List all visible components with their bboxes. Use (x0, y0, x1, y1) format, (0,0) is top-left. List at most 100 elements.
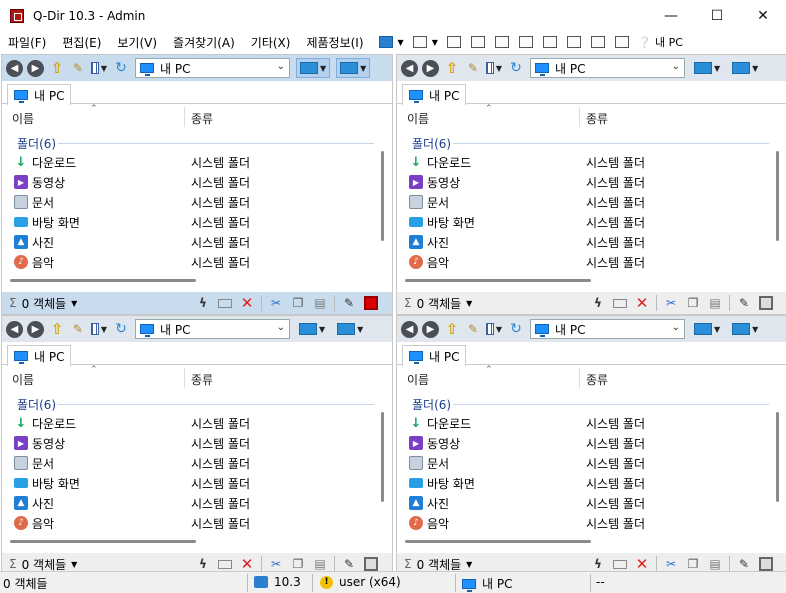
paste-icon[interactable]: ▤ (707, 295, 723, 311)
chevron-down-icon[interactable]: ⌄ (672, 322, 680, 333)
cut-icon[interactable]: ✂ (268, 556, 284, 572)
up-folder-icon[interactable]: ⇧ (49, 320, 65, 338)
cut-icon[interactable]: ✂ (663, 295, 679, 311)
copy-icon[interactable]: ❐ (685, 556, 701, 572)
list-item[interactable]: ▲ 사진 시스템 폴더 (2, 493, 392, 513)
view-mode-button[interactable]: ▼ (91, 321, 107, 337)
address-bar[interactable]: 내 PC ⌄ (530, 58, 685, 78)
rename-button[interactable] (217, 295, 233, 311)
layout-6-icon[interactable] (566, 36, 581, 48)
layout-8-icon[interactable] (614, 36, 629, 48)
up-folder-icon[interactable]: ⇧ (444, 59, 460, 77)
layout-quad-icon[interactable] (412, 36, 427, 48)
favorites-folder-icon[interactable]: ✎ (70, 60, 86, 76)
cut-icon[interactable]: ✂ (663, 556, 679, 572)
list-item[interactable]: ▶ 동영상 시스템 폴더 (397, 172, 786, 192)
address-bar[interactable]: 내 PC ⌄ (135, 319, 290, 339)
delete-icon[interactable]: ✕ (634, 555, 650, 573)
view-mode-button[interactable]: ▼ (486, 60, 502, 76)
column-type[interactable]: 종류 (191, 371, 213, 388)
lightning-icon[interactable]: ϟ (195, 556, 211, 572)
group-header[interactable]: 폴더(6) (412, 396, 451, 413)
terminal-button[interactable] (363, 556, 379, 572)
favorites-folder-icon[interactable]: ✎ (465, 321, 481, 337)
chevron-down-icon[interactable]: ▼ (466, 560, 472, 569)
refresh-icon[interactable]: ↻ (508, 60, 524, 76)
layout-1-icon[interactable] (446, 36, 461, 48)
pane-layout-button[interactable]: ▼ (691, 319, 723, 339)
column-name[interactable]: 이름 (407, 371, 429, 388)
view-mode-button[interactable]: ▼ (91, 60, 107, 76)
menu-edit[interactable]: 편집(E) (54, 34, 109, 51)
vertical-scrollbar[interactable] (381, 151, 384, 241)
lightning-icon[interactable]: ϟ (590, 295, 606, 311)
column-name[interactable]: 이름 (12, 371, 34, 388)
list-item[interactable]: ▶ 동영상 시스템 폴더 (397, 433, 786, 453)
cut-icon[interactable]: ✂ (268, 295, 284, 311)
chevron-down-icon[interactable]: ⌄ (277, 322, 285, 333)
forward-icon[interactable]: ▶ (27, 59, 44, 77)
rename-button[interactable] (217, 556, 233, 572)
paste-icon[interactable]: ▤ (312, 295, 328, 311)
chevron-down-icon[interactable]: ▼ (71, 560, 77, 569)
column-name[interactable]: 이름 (407, 110, 429, 127)
tab-my-pc[interactable]: 내 PC (7, 84, 72, 105)
list-item[interactable]: ♪ 음악 시스템 폴더 (397, 252, 786, 272)
pane-layout-button[interactable]: ▼ (296, 58, 331, 78)
back-icon[interactable]: ◀ (401, 320, 418, 338)
terminal-button[interactable] (363, 295, 379, 311)
list-item[interactable]: ♪ 음악 시스템 폴더 (2, 513, 392, 533)
forward-icon[interactable]: ▶ (422, 320, 439, 338)
list-item[interactable]: 바탕 화면 시스템 폴더 (397, 473, 786, 493)
horizontal-scrollbar[interactable] (10, 540, 196, 543)
close-button[interactable]: ✕ (740, 0, 786, 31)
column-type[interactable]: 종류 (586, 371, 608, 388)
favorites-folder-icon[interactable]: ✎ (70, 321, 86, 337)
list-item[interactable]: ♪ 음악 시스템 폴더 (2, 252, 392, 272)
list-item[interactable]: ▶ 동영상 시스템 폴더 (2, 433, 392, 453)
rename-button[interactable] (612, 556, 628, 572)
properties-icon[interactable]: ✎ (736, 556, 752, 572)
pane-layout-button[interactable]: ▼ (691, 58, 723, 78)
tab-my-pc[interactable]: 내 PC (7, 345, 72, 366)
forward-icon[interactable]: ▶ (27, 320, 44, 338)
up-folder-icon[interactable]: ⇧ (49, 59, 65, 77)
horizontal-scrollbar[interactable] (10, 279, 196, 282)
list-item[interactable]: ↓ 다운로드 시스템 폴더 (2, 152, 392, 172)
lightning-icon[interactable]: ϟ (195, 295, 211, 311)
properties-icon[interactable]: ✎ (341, 295, 357, 311)
column-divider[interactable] (579, 107, 580, 127)
paste-icon[interactable]: ▤ (312, 556, 328, 572)
copy-icon[interactable]: ❐ (685, 295, 701, 311)
pane-options-button[interactable]: ▼ (729, 319, 761, 339)
menu-view[interactable]: 보기(V) (109, 34, 165, 51)
minimize-button[interactable]: — (648, 0, 694, 31)
pane-options-button[interactable]: ▼ (336, 58, 371, 78)
menu-favorites[interactable]: 즐겨찾기(A) (165, 34, 243, 51)
maximize-button[interactable]: ☐ (694, 0, 740, 31)
back-icon[interactable]: ◀ (6, 59, 23, 77)
refresh-icon[interactable]: ↻ (113, 60, 129, 76)
chevron-down-icon[interactable]: ▼ (432, 38, 438, 47)
horizontal-scrollbar[interactable] (405, 540, 591, 543)
vertical-scrollbar[interactable] (776, 151, 779, 241)
menu-extras[interactable]: 기타(X) (243, 34, 299, 51)
address-bar[interactable]: 내 PC ⌄ (530, 319, 685, 339)
properties-icon[interactable]: ✎ (736, 295, 752, 311)
up-folder-icon[interactable]: ⇧ (444, 320, 460, 338)
paste-icon[interactable]: ▤ (707, 556, 723, 572)
list-item[interactable]: 문서 시스템 폴더 (397, 453, 786, 473)
menu-file[interactable]: 파일(F) (0, 34, 54, 51)
back-icon[interactable]: ◀ (401, 59, 418, 77)
column-name[interactable]: 이름 (12, 110, 34, 127)
group-header[interactable]: 폴더(6) (412, 135, 451, 152)
column-type[interactable]: 종류 (586, 110, 608, 127)
properties-icon[interactable]: ✎ (341, 556, 357, 572)
quick-link-icon[interactable] (378, 36, 393, 48)
group-header[interactable]: 폴더(6) (17, 135, 56, 152)
tab-my-pc[interactable]: 내 PC (402, 345, 467, 366)
layout-2-icon[interactable] (470, 36, 485, 48)
list-item[interactable]: ↓ 다운로드 시스템 폴더 (2, 413, 392, 433)
list-item[interactable]: 바탕 화면 시스템 폴더 (2, 212, 392, 232)
chevron-down-icon[interactable]: ⌄ (277, 61, 285, 72)
